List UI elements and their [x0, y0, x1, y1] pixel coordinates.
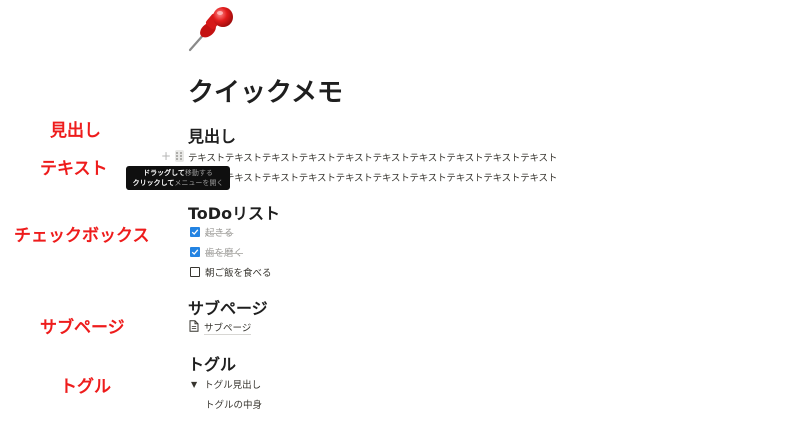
annotation-subpage: サブページ — [40, 318, 125, 338]
checkbox-unchecked[interactable] — [190, 267, 200, 277]
annotation-checkbox: チェックボックス — [14, 226, 150, 246]
tooltip-line1-rest: 移動する — [184, 169, 213, 177]
todo-item[interactable]: 起きる — [190, 225, 233, 239]
tooltip-line1-bold: ドラッグして — [143, 169, 185, 177]
plus-icon[interactable]: + — [161, 150, 171, 162]
todo-label: 朝ご飯を食べる — [205, 268, 272, 279]
triangle-down-icon[interactable]: ▼ — [191, 380, 197, 389]
text-block[interactable]: テキストテキストテキストテキストテキストテキストテキストテキストテキストテキスト — [188, 150, 557, 164]
tooltip-line2-bold: クリックして — [132, 179, 175, 187]
checkbox-checked[interactable] — [190, 247, 200, 257]
todo-item[interactable]: 朝ご飯を食べる — [190, 265, 272, 279]
todo-heading[interactable]: ToDoリスト — [188, 200, 280, 224]
todo-label: 歯を磨く — [205, 248, 244, 259]
page-icon — [189, 320, 199, 335]
heading-block[interactable]: 見出し — [188, 123, 236, 147]
toggle-block[interactable]: ▼ トグル見出し — [191, 377, 262, 392]
toggle-content[interactable]: トグルの中身 — [205, 397, 262, 411]
pushpin-icon[interactable] — [186, 4, 238, 54]
tooltip-line2-rest: メニューを開く — [174, 179, 224, 187]
todo-label: 起きる — [205, 228, 234, 239]
block-handle: + — [161, 150, 185, 162]
toggle-title: トグル見出し — [204, 380, 262, 391]
annotation-toggle: トグル — [60, 377, 111, 397]
todo-item[interactable]: 歯を磨く — [190, 245, 243, 259]
check-icon — [191, 229, 199, 235]
annotation-heading: 見出し — [50, 121, 101, 141]
page-title[interactable]: クイックメモ — [188, 72, 343, 109]
subpage-heading[interactable]: サブページ — [188, 295, 268, 319]
check-icon — [191, 249, 199, 255]
subpage-link[interactable]: サブページ — [189, 320, 252, 335]
toggle-heading[interactable]: トグル — [188, 351, 236, 375]
text-block[interactable]: テキストテキストテキストテキストテキストテキストテキストテキストテキストテキスト — [188, 170, 557, 184]
annotation-text: テキスト — [40, 159, 108, 179]
drag-handle-icon[interactable] — [175, 150, 185, 162]
drag-tooltip: ドラッグして移動する クリックしてメニューを開く — [126, 166, 230, 190]
subpage-label: サブページ — [204, 320, 252, 335]
checkbox-checked[interactable] — [190, 227, 200, 237]
